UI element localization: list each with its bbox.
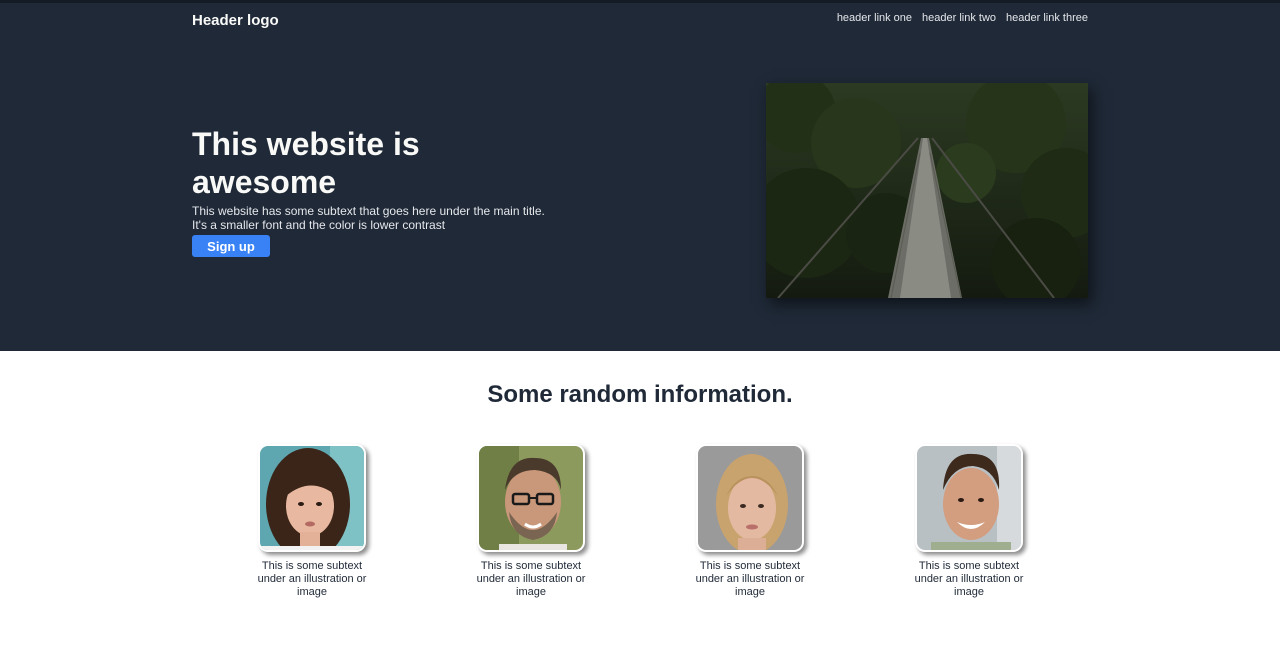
info-card-2-text: This is some subtext under an illustrati…	[476, 560, 586, 598]
info-section-title: Some random information.	[487, 381, 793, 408]
hero-subtext: This website has some subtext that goes …	[192, 204, 545, 232]
info-card-2: This is some subtext under an illustrati…	[471, 444, 591, 599]
portrait-man-smiling-icon	[915, 444, 1023, 552]
info-card-3: This is some subtext under an illustrati…	[690, 444, 810, 599]
header-link-two[interactable]: header link two	[922, 12, 996, 24]
portrait-woman-2-icon	[696, 444, 804, 552]
info-card-3-text: This is some subtext under an illustrati…	[695, 560, 805, 598]
hero-image	[766, 83, 1088, 298]
hero-title: This website is awesome	[192, 126, 420, 200]
info-card-1: This is some subtext under an illustrati…	[252, 444, 372, 599]
header-logo[interactable]: Header logo	[192, 12, 279, 29]
header-nav: header link one header link two header l…	[837, 12, 1088, 24]
bridge-forest-image	[766, 83, 1088, 298]
portrait-woman-1-icon	[258, 444, 366, 552]
header-link-one[interactable]: header link one	[837, 12, 912, 24]
signup-button[interactable]: Sign up	[192, 235, 270, 257]
portrait-man-glasses-icon	[477, 444, 585, 552]
hero-section: Header logo header link one header link …	[0, 0, 1280, 351]
info-card-4: This is some subtext under an illustrati…	[909, 444, 1029, 599]
header-link-three[interactable]: header link three	[1006, 12, 1088, 24]
info-card-1-text: This is some subtext under an illustrati…	[257, 560, 367, 598]
info-card-4-text: This is some subtext under an illustrati…	[914, 560, 1024, 598]
